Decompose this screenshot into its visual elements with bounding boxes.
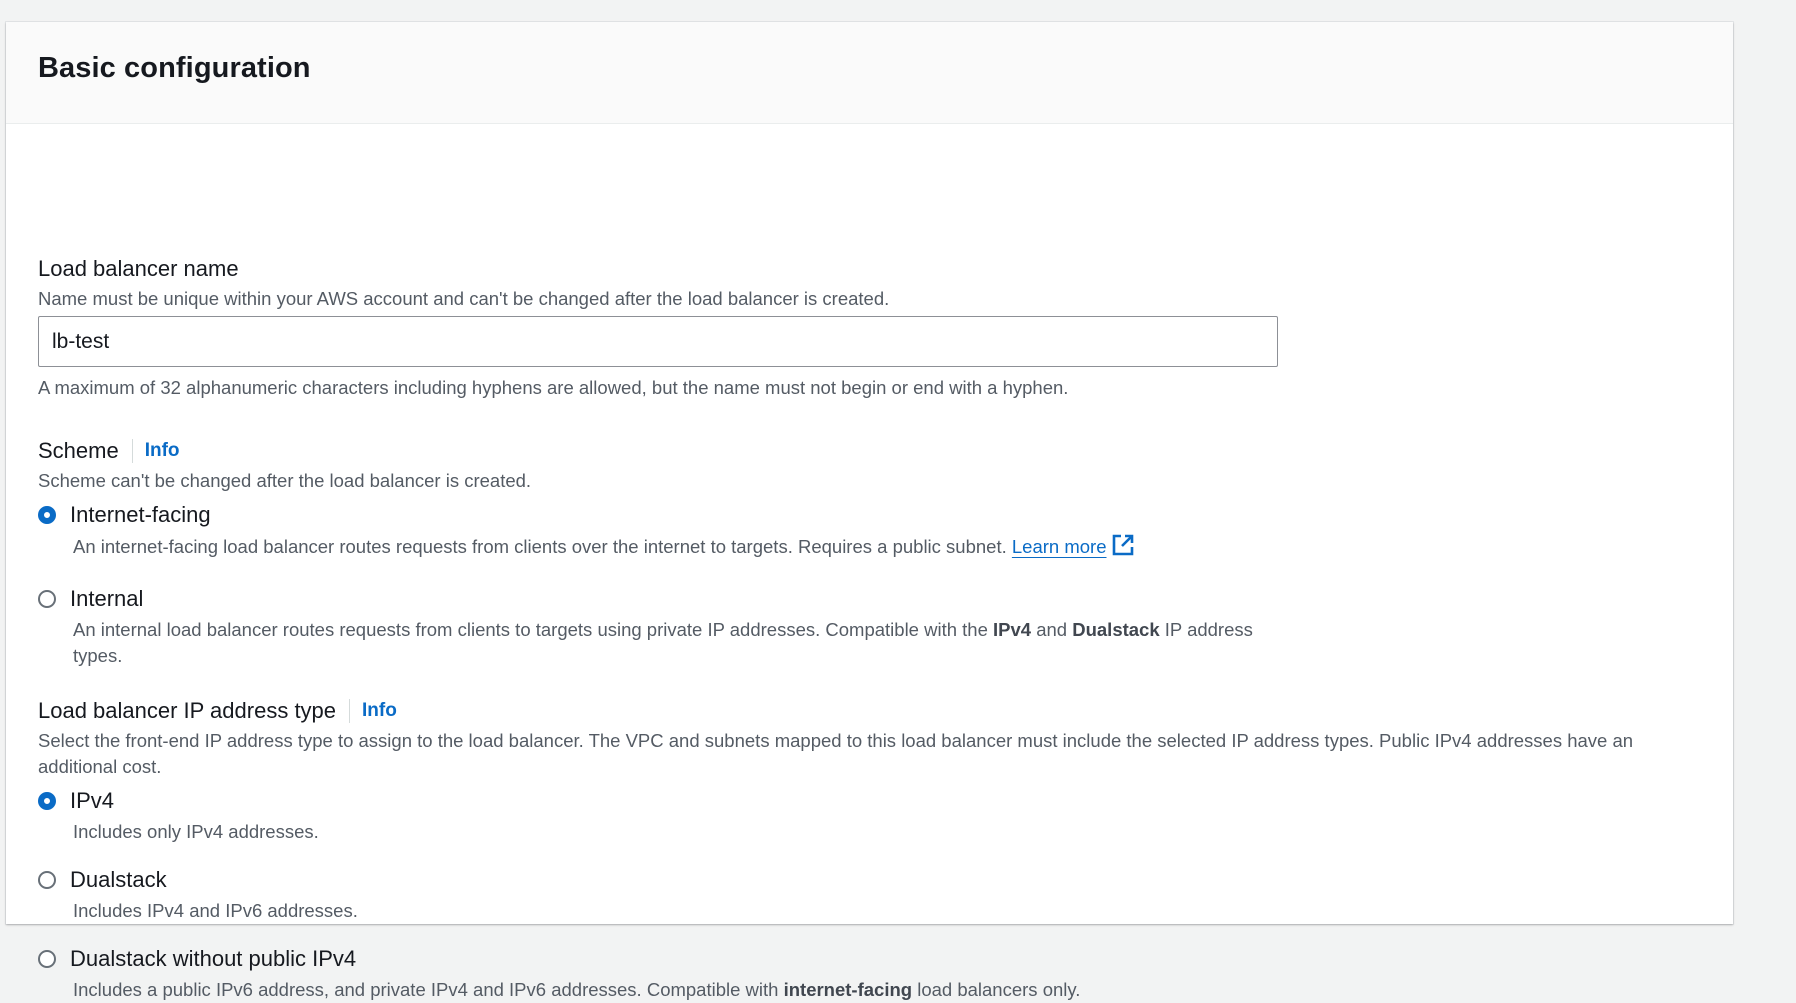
scheme-description: Scheme can't be changed after the load b… bbox=[38, 470, 532, 491]
panel-header: Basic configuration bbox=[6, 22, 1733, 124]
internal-description-and: and bbox=[1036, 619, 1068, 640]
radio-option-internet-facing[interactable]: Internet-facing bbox=[38, 502, 1303, 528]
radio-option-internal[interactable]: Internal bbox=[38, 586, 1303, 612]
ipv4-label: IPv4 bbox=[70, 788, 115, 813]
info-divider bbox=[131, 439, 133, 463]
name-field-description: Name must be unique within your AWS acco… bbox=[38, 288, 890, 309]
ip-type-label-row: Load balancer IP address type Info bbox=[38, 698, 1698, 724]
dualstack-description: Includes IPv4 and IPv6 addresses. bbox=[73, 900, 358, 921]
scheme-label: Scheme bbox=[38, 438, 119, 463]
info-divider bbox=[349, 699, 351, 723]
dualstack-without-public-ipv4-radio[interactable] bbox=[38, 950, 56, 968]
internet-facing-label: Internet-facing bbox=[70, 502, 211, 527]
internal-radio[interactable] bbox=[38, 590, 56, 608]
internal-description: An internal load balancer routes request… bbox=[73, 617, 1303, 669]
internal-description-pre: An internal load balancer routes request… bbox=[73, 619, 988, 640]
ipv4-description: Includes only IPv4 addresses. bbox=[73, 821, 319, 842]
dualstack-label: Dualstack bbox=[70, 867, 167, 892]
ip-type-label: Load balancer IP address type bbox=[38, 698, 337, 723]
internet-facing-radio[interactable] bbox=[38, 506, 56, 524]
dualstack-nopub-description-pre: Includes a public IPv6 address, and priv… bbox=[73, 979, 779, 1000]
dualstack-without-public-ipv4-description: Includes a public IPv6 address, and priv… bbox=[73, 977, 1698, 1003]
internet-facing-description: An internet-facing load balancer routes … bbox=[73, 533, 1303, 564]
radio-option-ipv4[interactable]: IPv4 bbox=[38, 788, 1698, 814]
dualstack-radio[interactable] bbox=[38, 871, 56, 889]
name-field-group: Load balancer name Name must be unique w… bbox=[38, 256, 1278, 401]
radio-option-dualstack-without-public-ipv4[interactable]: Dualstack without public IPv4 bbox=[38, 946, 1698, 972]
learn-more-link[interactable]: Learn more bbox=[1012, 536, 1107, 557]
scheme-info-link[interactable]: Info bbox=[145, 440, 180, 462]
dualstack-nopub-description-post: load balancers only. bbox=[917, 979, 1081, 1000]
name-field-label: Load balancer name bbox=[38, 256, 239, 281]
internal-description-ipv4: IPv4 bbox=[993, 619, 1032, 640]
panel-title: Basic configuration bbox=[38, 52, 311, 84]
basic-configuration-panel: Basic configuration Load balancer name N… bbox=[6, 22, 1733, 1000]
dualstack-without-public-ipv4-label: Dualstack without public IPv4 bbox=[70, 946, 357, 971]
ip-type-field-group: Load balancer IP address type Info Selec… bbox=[38, 698, 1698, 1003]
ipv4-radio[interactable] bbox=[38, 792, 56, 810]
radio-option-dualstack[interactable]: Dualstack bbox=[38, 867, 1698, 893]
dualstack-nopub-description-bold: internet-facing bbox=[783, 979, 913, 1000]
external-link-icon[interactable] bbox=[1111, 533, 1135, 564]
internal-label: Internal bbox=[70, 586, 144, 611]
internet-facing-description-text: An internet-facing load balancer routes … bbox=[73, 536, 1007, 557]
ip-type-info-link[interactable]: Info bbox=[362, 700, 397, 722]
scheme-label-row: Scheme Info bbox=[38, 438, 1303, 464]
internal-description-dualstack: Dualstack bbox=[1072, 619, 1160, 640]
load-balancer-name-input[interactable] bbox=[38, 316, 1278, 367]
scheme-field-group: Scheme Info Scheme can't be changed afte… bbox=[38, 438, 1303, 669]
ip-type-description: Select the front-end IP address type to … bbox=[38, 730, 1634, 777]
name-field-constraint: A maximum of 32 alphanumeric characters … bbox=[38, 377, 1069, 398]
